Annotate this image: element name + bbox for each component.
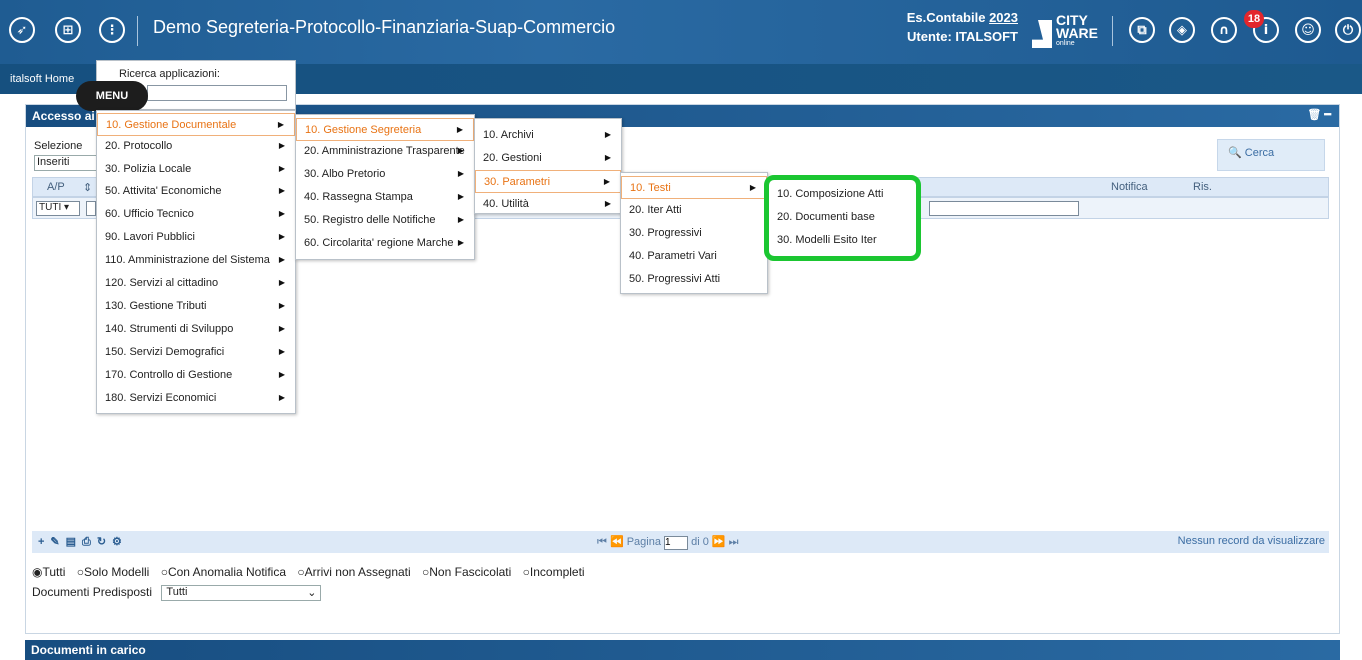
user-icon[interactable]: ☺	[1295, 17, 1321, 43]
menu-item-modelli-esito-iter[interactable]: 30. Modelli Esito Iter	[769, 229, 916, 252]
accounting-info: Es.Contabile 2023 Utente: ITALSOFT	[868, 8, 1018, 46]
menu-item[interactable]: 40. Utilità ▶	[475, 193, 621, 216]
menu-item-testi[interactable]: 10. Testi ▶	[621, 176, 767, 199]
app-title: Demo Segreteria-Protocollo-Finanziaria-S…	[153, 17, 616, 37]
layers-icon[interactable]: ◈	[1169, 17, 1195, 43]
power-icon[interactable]: ⏻	[1335, 17, 1361, 43]
menu-item[interactable]: 60. Ufficio Tecnico ▶	[97, 203, 295, 226]
menu-item[interactable]: 50. Registro delle Notifiche ▶	[296, 209, 474, 232]
menu-item[interactable]: 40. Rassegna Stampa ▶	[296, 186, 474, 209]
menu-item[interactable]: 170. Controllo di Gestione ▶	[97, 364, 295, 387]
user-label: Utente: ITALSOFT	[907, 29, 1018, 44]
home-link[interactable]: italsoft Home	[10, 73, 74, 85]
menu-level-1: 10. Gestione Documentale ▶ 20. Protocollo…	[96, 110, 296, 414]
menu-item-parametri[interactable]: 30. Parametri ▶	[475, 170, 621, 193]
bottom-panel-header: Documenti in carico	[25, 640, 1340, 660]
radio-tutti[interactable]: ◉Tutti	[32, 565, 65, 579]
menu-item[interactable]: 20. Protocollo ▶	[97, 135, 295, 158]
page-input[interactable]	[664, 535, 689, 550]
notification-badge: 18	[1244, 10, 1264, 28]
menu-item[interactable]: 130. Gestione Tributi ▶	[97, 295, 295, 318]
docpre-select[interactable]: Tutti ⌄	[161, 585, 322, 601]
menu-item[interactable]: 60. Circolarita' regione Marche ▶	[296, 232, 474, 255]
menu-item[interactable]: 110. Amministrazione del Sistema ▶	[97, 249, 295, 272]
info-icon[interactable]: ⋮	[99, 17, 125, 43]
menu-item-gestione-segreteria[interactable]: 10. Gestione Segreteria ▶	[296, 118, 474, 141]
menu-item-documenti-base[interactable]: 20. Documenti base	[769, 206, 916, 229]
menu-item[interactable]: 150. Servizi Demografici ▶	[97, 341, 295, 364]
menu-item[interactable]: 50. Attivita' Economiche ▶	[97, 180, 295, 203]
menu-item-composizione-atti[interactable]: 10. Composizione Atti	[769, 183, 916, 206]
panel-tools[interactable]: 🗑 ━	[1307, 108, 1331, 121]
menu-item[interactable]: 20. Amministrazione Trasparente ▶	[296, 140, 474, 163]
menu-item[interactable]: 180. Servizi Economici ▶	[97, 387, 295, 410]
grid-footer: +✎▤⎙↻⚙ ⏮ ⏪ Pagina di 0 ⏩ ⏭ Nessun record…	[32, 531, 1329, 553]
cerca-button[interactable]: 🔍 Cerca	[1217, 139, 1325, 171]
search-apps-input[interactable]	[147, 85, 287, 101]
menu-item[interactable]: 30. Albo Pretorio ▶	[296, 163, 474, 186]
menu-level-2: 10. Gestione Segreteria ▶ 20. Amministraz…	[295, 114, 475, 260]
es-label: Es.Contabile	[906, 10, 986, 25]
documenti-predisposti: Documenti Predisposti Tutti ⌄	[32, 585, 322, 601]
top-bar: ➶ ⊞ ⋮ Demo Segreteria-Protocollo-Finanzi…	[0, 0, 1362, 64]
filter-input[interactable]	[86, 201, 96, 216]
radio-arrivi[interactable]: ○Arrivi non Assegnati	[297, 565, 410, 579]
docpre-label: Documenti Predisposti	[32, 585, 153, 600]
menu-level-4: 10. Testi ▶ 20. Iter Atti 30. Progressivi…	[620, 172, 768, 294]
selezione-label: Selezione	[34, 140, 83, 152]
apps-grid-icon[interactable]: ⊞	[55, 17, 81, 43]
col-ap[interactable]: A/P	[47, 181, 65, 193]
menu-level-3: 10. Archivi ▶ 20. Gestioni ▶ 30. Parametri…	[474, 118, 622, 214]
windows-icon[interactable]: ⧉	[1129, 17, 1155, 43]
filter-input[interactable]	[929, 201, 1079, 216]
menu-item[interactable]: 30. Progressivi	[621, 222, 767, 245]
rocket-icon[interactable]: ➶	[9, 17, 35, 43]
headset-icon[interactable]: ∩	[1211, 17, 1237, 43]
grid-tool-icons[interactable]: +✎▤⎙↻⚙	[38, 535, 128, 549]
search-apps-label: Ricerca applicazioni:	[119, 68, 220, 80]
cityware-logo: CITY WARE online	[1032, 13, 1102, 52]
menu-item[interactable]: 20. Iter Atti	[621, 199, 767, 222]
ap-filter-select[interactable]: TUTI ▾	[36, 201, 80, 216]
radio-incompleti[interactable]: ○Incompleti	[523, 565, 585, 579]
radio-solo-modelli[interactable]: ○Solo Modelli	[77, 565, 150, 579]
menu-item[interactable]: 40. Parametri Vari	[621, 245, 767, 268]
pager: ⏮ ⏪ Pagina di 0 ⏩ ⏭	[597, 535, 739, 550]
menu-item[interactable]: 20. Gestioni ▶	[475, 147, 621, 170]
menu-item[interactable]: 120. Servizi al cittadino ▶	[97, 272, 295, 295]
menu-item[interactable]: 50. Progressivi Atti	[621, 268, 767, 291]
radio-non-fascicolati[interactable]: ○Non Fascicolati	[422, 565, 511, 579]
menu-item[interactable]: 140. Strumenti di Sviluppo ▶	[97, 318, 295, 341]
sort-icon: ⇕	[83, 182, 93, 194]
menu-level-5: 10. Composizione Atti 20. Documenti base…	[764, 175, 921, 261]
no-records-text: Nessun record da visualizzare	[1177, 535, 1325, 547]
menu-item[interactable]: 10. Archivi ▶	[475, 124, 621, 147]
divider	[137, 16, 138, 46]
menu-item[interactable]: 90. Lavori Pubblici ▶	[97, 226, 295, 249]
es-year-link[interactable]: 2023	[989, 10, 1018, 25]
radio-anomalia[interactable]: ○Con Anomalia Notifica	[161, 565, 286, 579]
col-ris[interactable]: Ris.	[1193, 181, 1212, 193]
menu-bubble[interactable]: MENU	[76, 81, 148, 111]
menu-item-gestione-documentale[interactable]: 10. Gestione Documentale ▶	[97, 113, 295, 136]
filter-radios: ◉Tutti ○Solo Modelli ○Con Anomalia Notif…	[32, 565, 593, 579]
panel-title: Accesso ai p	[32, 109, 106, 123]
divider	[1112, 16, 1113, 46]
menu-item[interactable]: 30. Polizia Locale ▶	[97, 158, 295, 181]
col-notifica[interactable]: Notifica	[1111, 181, 1148, 193]
